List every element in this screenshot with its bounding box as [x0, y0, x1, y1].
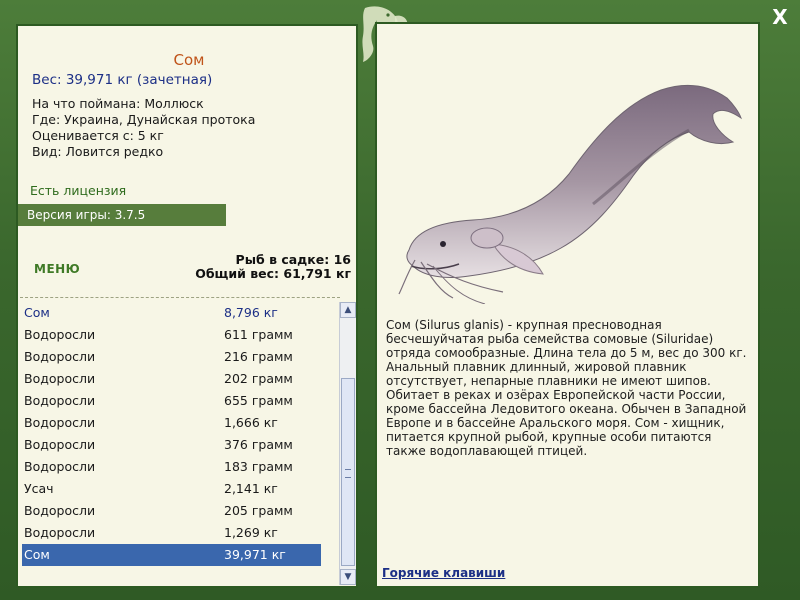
item-name: Сом — [24, 547, 50, 562]
list-item[interactable]: Водоросли 1,666 кг — [20, 412, 321, 434]
item-name: Водоросли — [24, 459, 96, 474]
list-item[interactable]: Водоросли 1,269 кг — [20, 522, 321, 544]
catch-info-panel: Сом Вес: 39,971 кг (зачетная) На что пой… — [16, 24, 358, 588]
item-name: Водоросли — [24, 503, 96, 518]
list-item[interactable]: Водоросли 655 грамм — [20, 390, 321, 412]
item-name: Водоросли — [24, 371, 96, 386]
list-item-selected[interactable]: Сом 39,971 кг — [22, 544, 321, 566]
license-status: Есть лицензия — [30, 183, 127, 198]
item-weight: 611 грамм — [224, 327, 293, 342]
item-name: Водоросли — [24, 349, 96, 364]
catfish-image — [398, 84, 742, 304]
item-name: Сом — [24, 305, 50, 320]
list-item[interactable]: Водоросли 376 грамм — [20, 434, 321, 456]
total-weight: Общий вес: 61,791 кг — [195, 266, 351, 281]
fish-weight: Вес: 39,971 кг (зачетная) — [32, 72, 213, 88]
list-item[interactable]: Водоросли 202 грамм — [20, 368, 321, 390]
item-weight: 1,269 кг — [224, 525, 278, 540]
fish-description-panel: Сом (Silurus glanis) - крупная пресновод… — [375, 22, 760, 588]
item-weight: 216 грамм — [224, 349, 293, 364]
grip-icon — [345, 469, 351, 478]
menu-button[interactable]: МЕНЮ — [34, 262, 80, 276]
fish-count: Рыб в садке: 16 — [235, 252, 351, 267]
item-weight: 2,141 кг — [224, 481, 278, 496]
item-weight: 39,971 кг — [224, 547, 286, 562]
item-weight: 202 грамм — [224, 371, 293, 386]
list-scrollbar[interactable]: ▲ ▼ — [339, 302, 356, 585]
hotkeys-link[interactable]: Горячие клавиши — [382, 566, 505, 580]
item-weight: 376 грамм — [224, 437, 293, 452]
scroll-down-arrow-icon[interactable]: ▼ — [340, 569, 356, 585]
item-weight: 1,666 кг — [224, 415, 278, 430]
rarity-info: Вид: Ловится редко — [32, 144, 164, 159]
item-weight: 8,796 кг — [224, 305, 278, 320]
scroll-up-arrow-icon[interactable]: ▲ — [340, 302, 356, 318]
item-name: Водоросли — [24, 525, 96, 540]
list-item[interactable]: Водоросли 611 грамм — [20, 324, 321, 346]
close-button[interactable]: X — [768, 6, 792, 28]
item-name: Водоросли — [24, 327, 96, 342]
item-name: Водоросли — [24, 415, 96, 430]
keepnet-stats: Рыб в садке: 16 Общий вес: 61,791 кг — [195, 253, 351, 281]
version-bar: Версия игры: 3.7.5 — [18, 204, 226, 226]
scroll-thumb[interactable] — [341, 378, 355, 566]
item-name: Усач — [24, 481, 54, 496]
list-item[interactable]: Водоросли 205 грамм — [20, 500, 321, 522]
list-item[interactable]: Водоросли 216 грамм — [20, 346, 321, 368]
list-item[interactable]: Водоросли 183 грамм — [20, 456, 321, 478]
item-weight: 183 грамм — [224, 459, 293, 474]
catch-list: Сом 8,796 кг Водоросли 611 грамм Водорос… — [20, 297, 340, 586]
item-weight: 205 грамм — [224, 503, 293, 518]
fish-title: Сом — [173, 51, 205, 69]
fish-description: Сом (Silurus glanis) - крупная пресновод… — [386, 318, 747, 458]
item-name: Водоросли — [24, 437, 96, 452]
item-weight: 655 грамм — [224, 393, 293, 408]
list-item[interactable]: Усач 2,141 кг — [20, 478, 321, 500]
location-info: Где: Украина, Дунайская протока — [32, 112, 256, 127]
list-item[interactable]: Сом 8,796 кг — [20, 302, 321, 324]
rating-info: Оценивается с: 5 кг — [32, 128, 164, 143]
bait-info: На что поймана: Моллюск — [32, 96, 204, 111]
item-name: Водоросли — [24, 393, 96, 408]
